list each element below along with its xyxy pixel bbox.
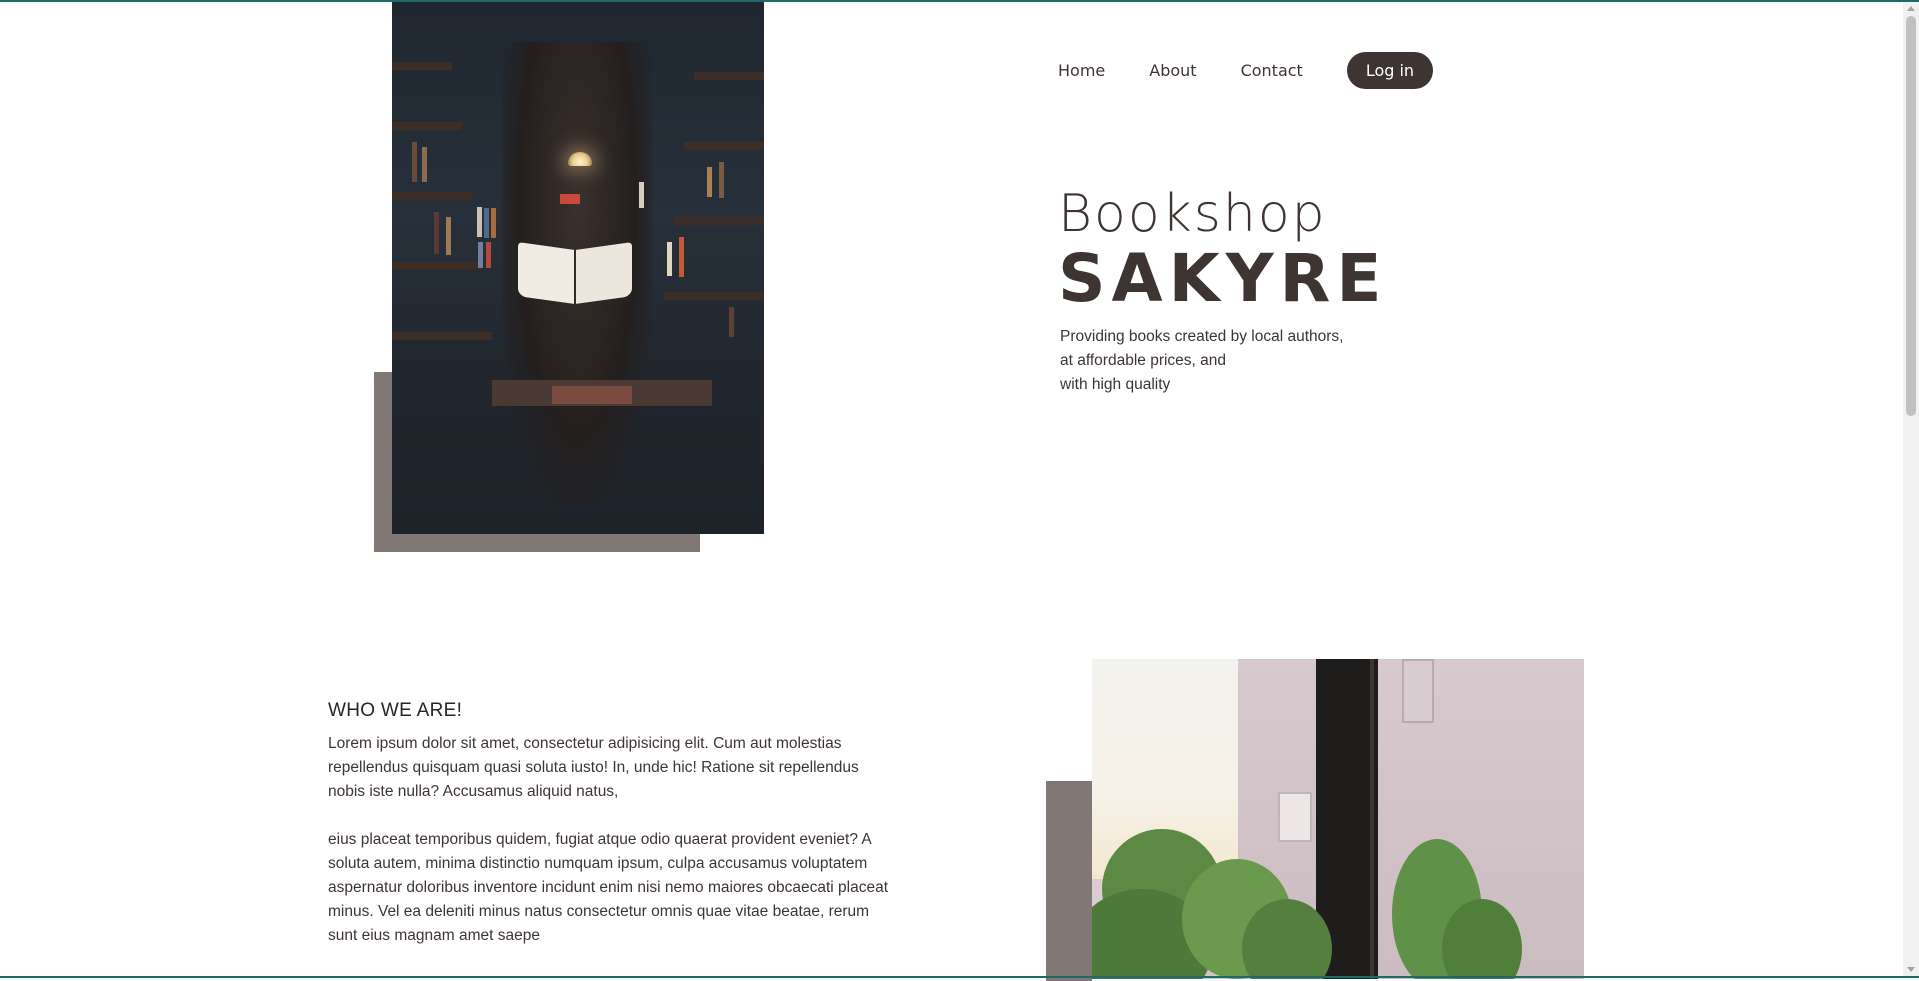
nav-link-contact[interactable]: Contact [1241, 61, 1303, 80]
about-paragraph-1: Lorem ipsum dolor sit amet, consectetur … [328, 735, 859, 800]
scroll-down-arrow-icon[interactable] [1907, 967, 1915, 972]
brand-title-bold: SAKYRE [1058, 240, 1388, 317]
main-nav: Home About Contact Log in [1058, 52, 1434, 89]
window-image-shadow [1046, 781, 1092, 981]
scroll-up-arrow-icon[interactable] [1907, 6, 1915, 11]
lamp-light [568, 152, 592, 166]
brand-title-light: Bookshop [1058, 184, 1327, 244]
nav-link-home[interactable]: Home [1058, 61, 1105, 80]
top-border [0, 0, 1919, 2]
scrollbar-thumb[interactable] [1906, 16, 1916, 416]
about-paragraph-2: eius placeat temporibus quidem, fugiat a… [328, 831, 889, 944]
floating-open-book [518, 240, 632, 304]
page-scrollbar[interactable] [1903, 2, 1919, 976]
tagline-line: with high quality [1060, 376, 1171, 393]
login-button[interactable]: Log in [1346, 52, 1434, 89]
window-view-image [1092, 659, 1584, 979]
about-title: WHO WE ARE! [328, 700, 463, 721]
tagline-line: Providing books created by local authors… [1060, 328, 1344, 345]
hero-bookshelf-image [392, 2, 764, 534]
nav-link-about[interactable]: About [1149, 61, 1196, 80]
exit-sign [560, 194, 580, 204]
tagline-line: at affordable prices, and [1060, 352, 1227, 369]
hero-tagline: Providing books created by local authors… [1060, 325, 1343, 397]
